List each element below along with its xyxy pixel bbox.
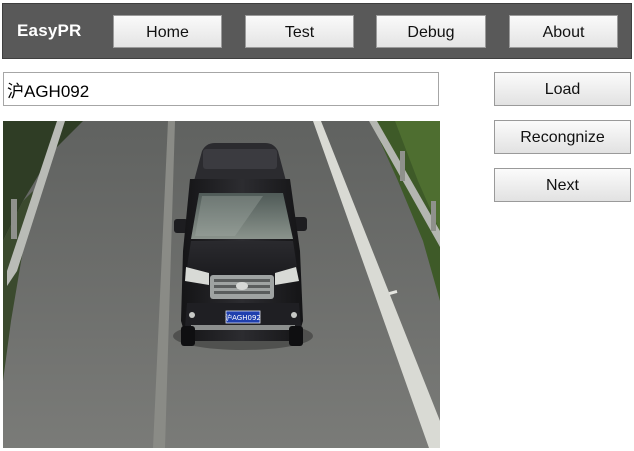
nav-home-button[interactable]: Home (113, 15, 222, 48)
vehicle-photo: 沪AGH092 (3, 121, 440, 448)
nav-debug-button[interactable]: Debug (376, 15, 486, 48)
brand-logo-text: EasyPR (17, 21, 82, 40)
recognize-button[interactable]: Recongnize (494, 120, 631, 154)
load-button[interactable]: Load (494, 72, 631, 106)
nav-about-button[interactable]: About (509, 15, 618, 48)
nav-test-button[interactable]: Test (245, 15, 354, 48)
plate-result-field[interactable] (3, 72, 439, 106)
next-button[interactable]: Next (494, 168, 631, 202)
license-plate-text: 沪AGH092 (225, 313, 261, 322)
vehicle-photo-drawing: 沪AGH092 (3, 121, 440, 448)
top-navbar: EasyPR Home Test Debug About (2, 3, 632, 59)
